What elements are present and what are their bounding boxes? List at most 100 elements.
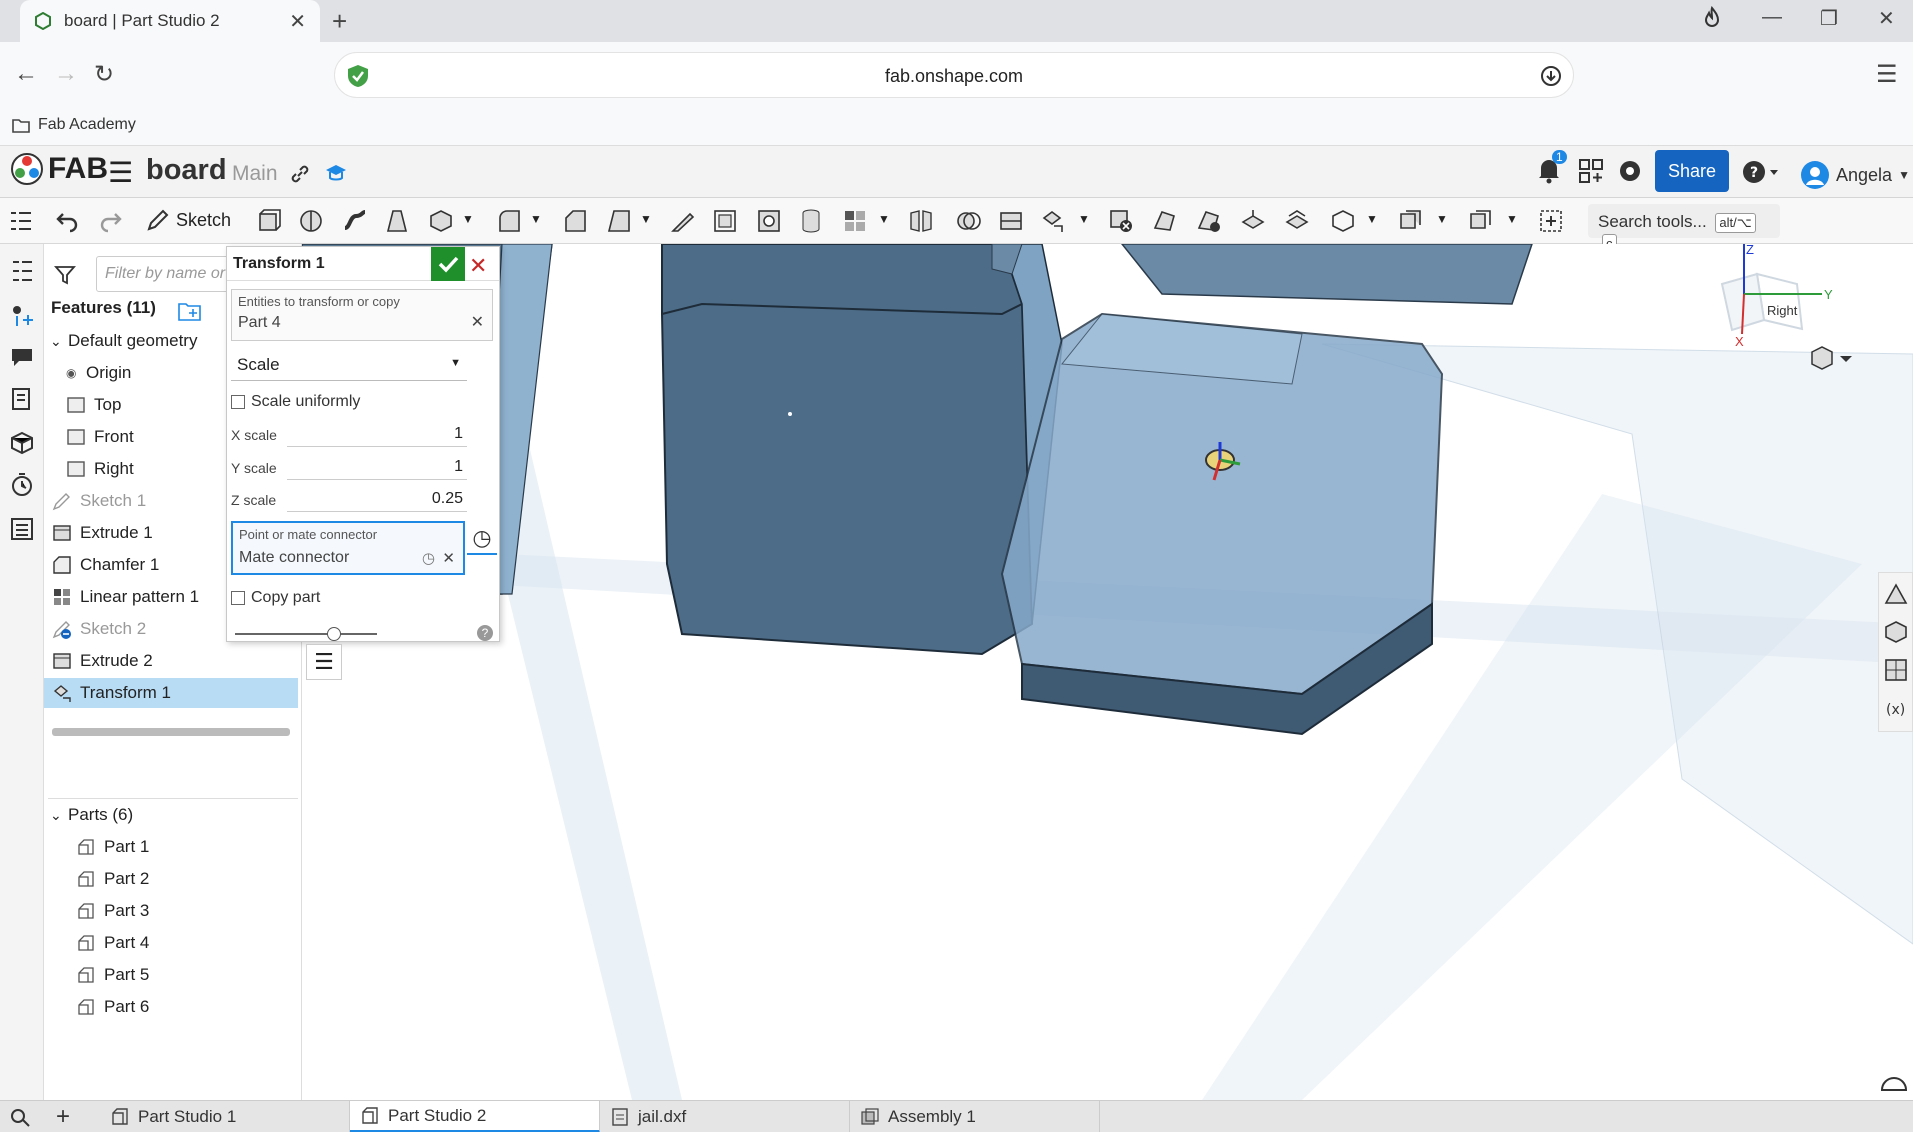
chevron-down-icon[interactable]: ▼ <box>1366 212 1378 226</box>
boolean-icon[interactable] <box>956 208 982 234</box>
chevron-down-icon[interactable]: ▼ <box>1506 212 1518 226</box>
accept-button[interactable] <box>431 247 465 281</box>
release-icon[interactable] <box>1618 159 1642 183</box>
variable-table-icon[interactable]: (x) <box>1883 695 1909 721</box>
feature-tree-icon[interactable] <box>9 258 35 284</box>
add-folder-icon[interactable] <box>178 300 204 322</box>
mate-connector-field[interactable]: Point or mate connector Mate connector ◷… <box>231 521 465 575</box>
chevron-down-icon[interactable]: ▼ <box>1436 212 1448 226</box>
move-face-icon[interactable] <box>1240 208 1266 234</box>
x-scale-row[interactable]: X scale 1 <box>231 419 467 449</box>
tab-part-studio-1[interactable]: Part Studio 1 <box>100 1101 350 1132</box>
thicken-icon[interactable] <box>428 208 454 234</box>
rib-icon[interactable] <box>670 208 696 234</box>
search-tabs-icon[interactable] <box>8 1107 32 1127</box>
sheet-metal-icon[interactable] <box>1398 208 1424 234</box>
cancel-button[interactable]: ✕ <box>469 253 487 279</box>
redo-icon[interactable] <box>98 208 124 234</box>
close-tab-icon[interactable]: ✕ <box>289 9 306 34</box>
document-menu-icon[interactable]: ☰ <box>108 156 133 189</box>
checkbox-box[interactable] <box>231 395 245 409</box>
chevron-down-icon[interactable]: ▼ <box>530 212 542 226</box>
chamfer-icon[interactable] <box>562 208 588 234</box>
part-item[interactable]: Part 2 <box>44 864 298 894</box>
part-item[interactable]: Part 5 <box>44 960 298 990</box>
frame-icon[interactable] <box>1468 208 1494 234</box>
replace-face-icon[interactable] <box>1284 208 1310 234</box>
copy-part-checkbox[interactable]: Copy part <box>231 589 320 607</box>
notes-icon[interactable] <box>9 386 35 412</box>
chevron-down-icon[interactable]: ▼ <box>878 212 890 226</box>
close-window-icon[interactable]: ✕ <box>1878 6 1895 31</box>
shell-icon[interactable] <box>712 208 738 234</box>
parts-cube-icon[interactable] <box>9 430 35 456</box>
loft-icon[interactable] <box>384 208 410 234</box>
linear-pattern-icon[interactable] <box>842 208 868 234</box>
thread-icon[interactable] <box>798 208 824 234</box>
bookmark-fab-academy[interactable]: Fab Academy <box>12 116 136 134</box>
custom-feature-icon[interactable] <box>1538 208 1564 234</box>
comments-icon[interactable] <box>9 344 35 370</box>
mass-properties-icon[interactable] <box>1883 619 1909 645</box>
measure-icon[interactable] <box>1880 1070 1908 1092</box>
link-icon[interactable] <box>290 164 310 184</box>
chevron-down-icon[interactable]: ▼ <box>1078 212 1090 226</box>
tab-assembly-1[interactable]: Assembly 1 <box>850 1101 1100 1132</box>
share-button[interactable]: Share <box>1655 150 1729 192</box>
part-item[interactable]: Part 4 <box>44 928 298 958</box>
chevron-down-icon[interactable]: ⌄ <box>44 333 68 350</box>
extrude-icon[interactable] <box>256 208 282 234</box>
back-icon[interactable]: ← <box>14 60 38 88</box>
feature-options-icon[interactable]: ☰ <box>306 644 342 680</box>
app-logo[interactable]: FAB <box>10 152 108 186</box>
forward-icon[interactable]: → <box>54 60 78 88</box>
appearance-icon[interactable] <box>1883 581 1909 607</box>
part-item[interactable]: Part 3 <box>44 896 298 926</box>
chevron-down-icon[interactable]: ▼ <box>462 212 474 226</box>
tab-jail-dxf[interactable]: jail.dxf <box>600 1101 850 1132</box>
modify-fillet-icon[interactable] <box>1152 208 1178 234</box>
model-scene[interactable]: Right Z Y X <box>302 244 1913 1100</box>
learning-center-icon[interactable] <box>324 162 348 184</box>
parts-heading-row[interactable]: ⌄ Parts (6) <box>44 800 298 830</box>
fillet-icon[interactable] <box>496 208 522 234</box>
z-scale-row[interactable]: Z scale 0.25 <box>231 484 467 514</box>
delete-part-icon[interactable] <box>1108 208 1134 234</box>
document-name[interactable]: board <box>146 154 227 187</box>
sketch-button[interactable]: Sketch <box>146 208 231 232</box>
plane-icon[interactable] <box>1330 208 1356 234</box>
preview-slider-handle[interactable] <box>327 627 342 641</box>
board-key-part[interactable] <box>1121 244 1533 305</box>
minimize-icon[interactable]: — <box>1762 6 1782 29</box>
fire-icon[interactable] <box>1702 5 1722 34</box>
mate-connector-icon[interactable]: ◷ <box>422 549 435 567</box>
preview-slider-track[interactable] <box>235 633 377 635</box>
search-tools-input[interactable]: Search tools... alt/⌥ c <box>1588 204 1780 253</box>
url-field[interactable]: fab.onshape.com <box>334 52 1574 98</box>
part-item[interactable]: Part 1 <box>44 832 298 862</box>
history-icon[interactable] <box>9 472 35 498</box>
x-scale-value[interactable]: 1 <box>454 425 463 443</box>
chevron-down-icon[interactable]: ▼ <box>640 212 652 226</box>
transform-type-select[interactable]: Scale ▼ <box>231 349 467 381</box>
checkbox-box[interactable] <box>231 591 245 605</box>
tree-item-transform-1[interactable]: Transform 1 <box>44 678 298 708</box>
transform-icon[interactable] <box>1040 208 1066 234</box>
z-scale-value[interactable]: 0.25 <box>432 490 463 508</box>
checklist-icon[interactable] <box>9 516 35 542</box>
add-tab-icon[interactable]: + <box>56 1103 70 1131</box>
scale-uniformly-checkbox[interactable]: Scale uniformly <box>231 393 360 411</box>
filter-icon[interactable] <box>54 264 76 286</box>
help-icon[interactable]: ? <box>477 625 493 641</box>
hole-icon[interactable] <box>756 208 782 234</box>
variables-icon[interactable] <box>9 302 35 328</box>
view-cube[interactable]: Right Z Y X <box>1720 244 1833 349</box>
part-item[interactable]: Part 6 <box>44 992 298 1022</box>
notifications-icon[interactable]: 1 <box>1536 150 1567 189</box>
branch-name[interactable]: Main <box>232 162 278 186</box>
tree-item-extrude-2[interactable]: Extrude 2 <box>44 646 298 676</box>
clear-mate-icon[interactable]: ✕ <box>442 549 455 567</box>
mirror-icon[interactable] <box>908 208 934 234</box>
split-icon[interactable] <box>998 208 1024 234</box>
app-store-icon[interactable] <box>1578 158 1604 184</box>
